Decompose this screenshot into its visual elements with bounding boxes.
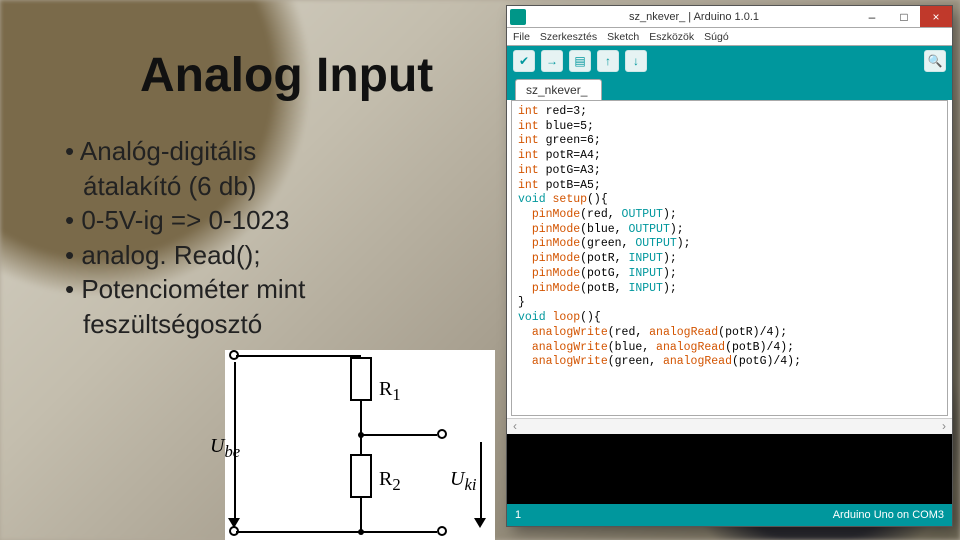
- bullet-4-line2: feszültségosztó: [83, 308, 305, 341]
- arduino-ide-window: sz_nkever_ | Arduino 1.0.1 – □ × File Sz…: [507, 6, 952, 526]
- scroll-left-icon[interactable]: ‹: [513, 419, 517, 434]
- close-button[interactable]: ×: [920, 6, 952, 27]
- tabbar: sz_nkever_: [507, 76, 952, 100]
- code-editor[interactable]: int int red=3;red=3; int blue=5; int gre…: [511, 100, 948, 416]
- status-board-port: Arduino Uno on COM3: [833, 509, 944, 521]
- bullet-1-line1: • Analóg-digitális: [65, 135, 305, 168]
- bullet-1-line2: átalakító (6 db): [83, 170, 305, 203]
- minimize-button[interactable]: –: [856, 6, 888, 27]
- menu-sketch[interactable]: Sketch: [607, 31, 639, 43]
- page-title: Analog Input: [140, 48, 433, 103]
- menu-help[interactable]: Súgó: [704, 31, 729, 43]
- open-button[interactable]: ↑: [597, 50, 619, 72]
- save-button[interactable]: ↓: [625, 50, 647, 72]
- toolbar: ✔ → ▤ ↑ ↓ 🔍: [507, 46, 952, 76]
- label-ube: Ube: [210, 435, 240, 462]
- console-area: [507, 434, 952, 504]
- upload-button[interactable]: →: [541, 50, 563, 72]
- label-uki: Uki: [450, 468, 476, 495]
- status-line-number: 1: [515, 509, 521, 521]
- serial-monitor-button[interactable]: 🔍: [924, 50, 946, 72]
- window-title: sz_nkever_ | Arduino 1.0.1: [532, 11, 856, 23]
- menu-edit[interactable]: Szerkesztés: [540, 31, 597, 43]
- scroll-right-icon[interactable]: ›: [942, 419, 946, 434]
- bullet-list: • Analóg-digitális átalakító (6 db) • 0-…: [65, 135, 305, 342]
- menu-file[interactable]: File: [513, 31, 530, 43]
- label-r2: R2: [379, 468, 401, 495]
- label-r1: R1: [379, 378, 401, 405]
- bullet-3: • analog. Read();: [65, 239, 305, 272]
- new-button[interactable]: ▤: [569, 50, 591, 72]
- bullet-4-line1: • Potenciométer mint: [65, 273, 305, 306]
- sketch-tab[interactable]: sz_nkever_: [515, 79, 602, 100]
- menubar: File Szerkesztés Sketch Eszközök Súgó: [507, 28, 952, 46]
- titlebar: sz_nkever_ | Arduino 1.0.1 – □ ×: [507, 6, 952, 28]
- maximize-button[interactable]: □: [888, 6, 920, 27]
- menu-tools[interactable]: Eszközök: [649, 31, 694, 43]
- bullet-2: • 0-5V-ig => 0-1023: [65, 204, 305, 237]
- arduino-icon: [510, 9, 526, 25]
- verify-button[interactable]: ✔: [513, 50, 535, 72]
- editor-scrollbar[interactable]: ‹ ›: [507, 418, 952, 434]
- voltage-divider-diagram: Ube R1 R2 Uki: [225, 350, 495, 540]
- statusbar: 1 Arduino Uno on COM3: [507, 504, 952, 526]
